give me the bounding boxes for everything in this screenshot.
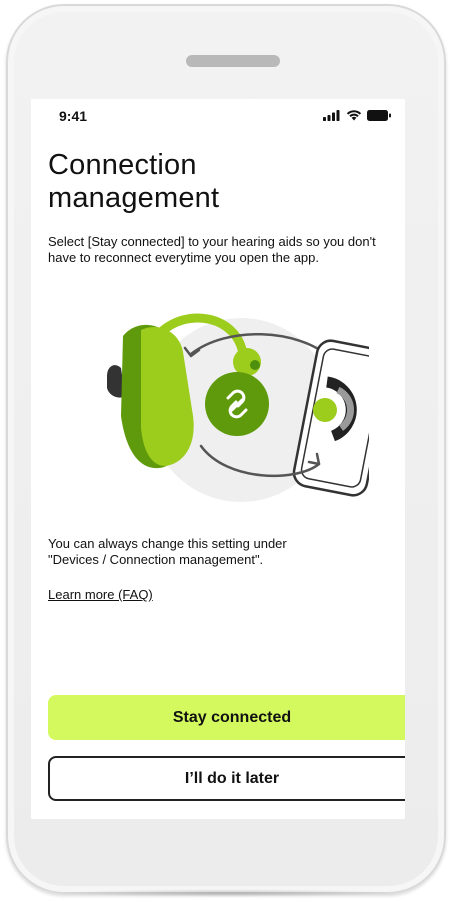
link-icon xyxy=(205,372,269,436)
phone-speaker xyxy=(186,55,280,67)
page-title-line1: Connection xyxy=(48,149,197,181)
do-it-later-button[interactable]: I’ll do it later xyxy=(48,756,405,801)
phone-shadow xyxy=(60,889,393,897)
page-title: Connection management xyxy=(48,149,388,215)
settings-note: You can always change this setting under… xyxy=(48,536,388,567)
app-screen: 9:41 Connection management Select [Stay … xyxy=(31,99,405,819)
faq-link[interactable]: Learn more (FAQ) xyxy=(48,587,153,602)
connection-illustration xyxy=(107,313,369,502)
battery-icon xyxy=(367,109,391,121)
status-icons xyxy=(323,109,391,121)
page-description: Select [Stay connected] to your hearing … xyxy=(48,234,376,265)
status-time: 9:41 xyxy=(59,108,88,124)
signal-icon xyxy=(323,109,340,121)
settings-note-line2: "Devices / Connection management". xyxy=(48,551,264,567)
status-bar: 9:41 xyxy=(31,99,405,133)
wifi-icon xyxy=(346,110,362,121)
stay-connected-button[interactable]: Stay connected xyxy=(48,695,405,740)
page-title-line2: management xyxy=(48,182,220,214)
settings-note-line1: You can always change this setting under xyxy=(48,536,287,551)
